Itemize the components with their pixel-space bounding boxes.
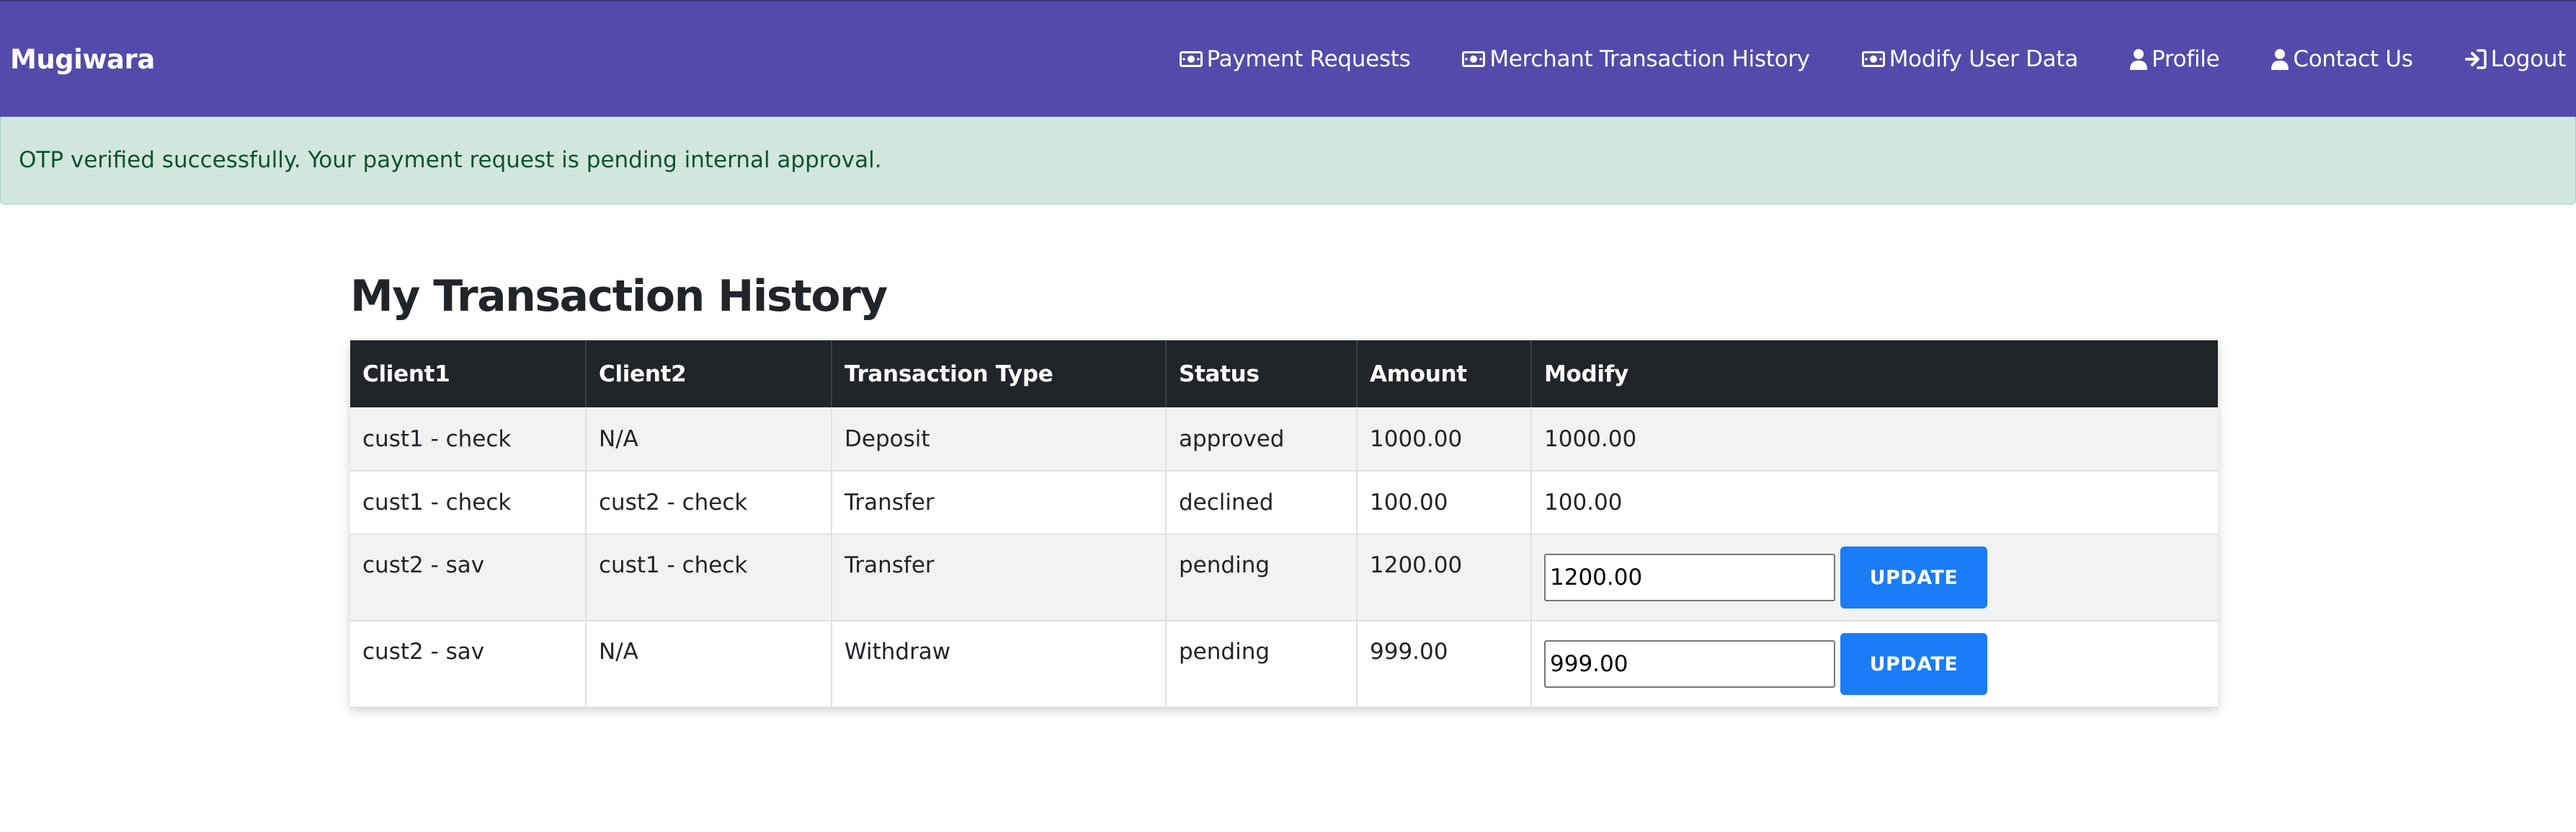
column-header-client2: Client2: [586, 340, 832, 407]
success-alert: OTP verified successfully. Your payment …: [0, 117, 2576, 205]
cell-status: pending: [1166, 534, 1358, 621]
table-body: cust1 - check N/A Deposit approved 1000.…: [350, 407, 2218, 708]
money-bill-icon: [1462, 51, 1486, 67]
nav-label: Modify User Data: [1889, 46, 2079, 72]
user-icon: [2271, 48, 2289, 70]
nav-label: Payment Requests: [1206, 46, 1411, 72]
nav-modify-user-data[interactable]: Modify User Data: [1861, 46, 2079, 72]
cell-client1: cust1 - check: [350, 471, 587, 535]
nav-merchant-transaction-history[interactable]: Merchant Transaction History: [1462, 46, 1810, 72]
update-button[interactable]: UPDATE: [1840, 546, 1987, 608]
money-bill-icon: [1861, 51, 1885, 67]
column-header-client1: Client1: [350, 340, 587, 407]
nav-links: Payment Requests Merchant Transaction Hi…: [1179, 1, 2567, 117]
nav-label: Contact Us: [2293, 46, 2413, 72]
modify-form: UPDATE: [1544, 633, 2206, 695]
column-header-transaction-type: Transaction Type: [832, 340, 1167, 407]
page-title: My Transaction History: [350, 271, 888, 322]
column-header-amount: Amount: [1357, 340, 1532, 407]
column-header-status: Status: [1166, 340, 1358, 407]
amount-input[interactable]: [1544, 640, 1835, 688]
cell-amount: 999.00: [1357, 621, 1532, 708]
cell-amount: 1200.00: [1357, 534, 1532, 621]
transaction-table-container: Client1 Client2 Transaction Type Status …: [350, 340, 2218, 708]
table-header: Client1 Client2 Transaction Type Status …: [350, 340, 2218, 407]
money-bill-icon: [1179, 51, 1203, 67]
alert-message: OTP verified successfully. Your payment …: [19, 147, 882, 173]
cell-client2: N/A: [586, 621, 832, 708]
cell-modify: 100.00: [1531, 471, 2218, 535]
cell-transaction-type: Transfer: [832, 471, 1167, 535]
cell-modify: UPDATE: [1531, 621, 2218, 708]
cell-modify: UPDATE: [1531, 534, 2218, 621]
table-row: cust2 - sav cust1 - check Transfer pendi…: [350, 534, 2218, 621]
cell-transaction-type: Withdraw: [832, 621, 1167, 708]
cell-client2: cust2 - check: [586, 471, 832, 535]
cell-amount: 1000.00: [1357, 407, 1532, 472]
modify-form: UPDATE: [1544, 546, 2206, 608]
cell-client1: cust2 - sav: [350, 621, 587, 708]
navbar: Mugiwara Payment Requests Merchant Trans…: [0, 0, 2576, 117]
cell-status: approved: [1166, 407, 1358, 472]
brand-logo[interactable]: Mugiwara: [10, 44, 155, 75]
cell-transaction-type: Transfer: [832, 534, 1167, 621]
cell-client1: cust1 - check: [350, 407, 587, 472]
nav-logout[interactable]: Logout: [2464, 46, 2567, 72]
cell-status: declined: [1166, 471, 1358, 535]
transaction-table: Client1 Client2 Transaction Type Status …: [350, 340, 2218, 708]
nav-label: Profile: [2152, 46, 2220, 72]
cell-client1: cust2 - sav: [350, 534, 587, 621]
column-header-modify: Modify: [1531, 340, 2218, 407]
cell-client2: cust1 - check: [586, 534, 832, 621]
cell-status: pending: [1166, 621, 1358, 708]
cell-amount: 100.00: [1357, 471, 1532, 535]
table-row: cust1 - check cust2 - check Transfer dec…: [350, 471, 2218, 535]
update-button[interactable]: UPDATE: [1840, 633, 1987, 695]
table-row: cust2 - sav N/A Withdraw pending 999.00 …: [350, 621, 2218, 708]
cell-client2: N/A: [586, 407, 832, 472]
nav-label: Merchant Transaction History: [1489, 46, 1810, 72]
nav-profile[interactable]: Profile: [2130, 46, 2220, 72]
user-icon: [2130, 48, 2148, 70]
nav-label: Logout: [2490, 46, 2567, 72]
sign-out-icon: [2464, 49, 2487, 69]
nav-payment-requests[interactable]: Payment Requests: [1179, 46, 1411, 72]
amount-input[interactable]: [1544, 554, 1835, 601]
cell-transaction-type: Deposit: [832, 407, 1167, 472]
cell-modify: 1000.00: [1531, 407, 2218, 472]
table-row: cust1 - check N/A Deposit approved 1000.…: [350, 407, 2218, 472]
nav-contact-us[interactable]: Contact Us: [2271, 46, 2413, 72]
